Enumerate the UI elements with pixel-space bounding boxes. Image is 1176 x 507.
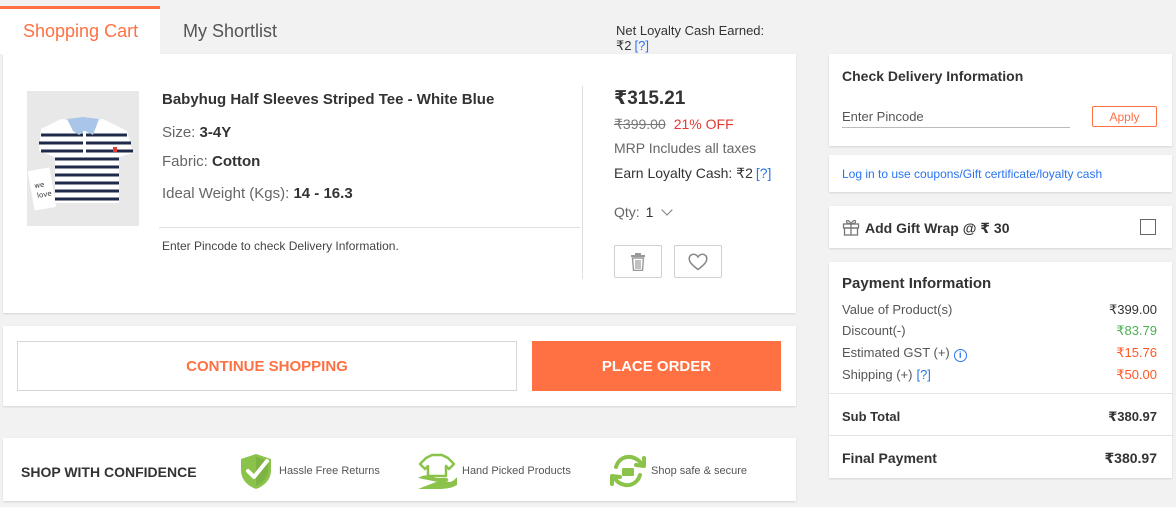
value-label: Value of Product(s): [842, 302, 953, 317]
subtotal-row: Sub Total ₹380.97: [842, 409, 1157, 425]
trash-icon: [631, 252, 645, 271]
fabric-value: Cotton: [212, 153, 261, 170]
pincode-input[interactable]: [842, 106, 1070, 128]
final-payment-label: Final Payment: [842, 450, 937, 466]
cart-actions: CONTINUE SHOPPING PLACE ORDER: [3, 326, 796, 406]
cart-tabs: Shopping Cart My Shortlist Net Loyalty C…: [0, 0, 800, 54]
mrp-row: ₹399.00 21% OFF: [614, 116, 734, 133]
product-size: Size: 3-4Y: [162, 124, 231, 141]
payment-row-gst: Estimated GST (+) i ₹15.76: [842, 345, 1157, 362]
qty-label: Qty:: [614, 204, 640, 220]
gst-label: Estimated GST (+): [842, 345, 950, 360]
mrp-value: ₹399.00: [614, 116, 666, 132]
size-value: 3-4Y: [199, 124, 232, 141]
place-order-button[interactable]: PLACE ORDER: [532, 341, 781, 391]
gift-wrap-card: Add Gift Wrap @ ₹ 30: [829, 206, 1172, 248]
weight-value: 14 - 16.3: [293, 185, 353, 202]
product-fabric: Fabric: Cotton: [162, 153, 260, 170]
discount-amount: ₹83.79: [1116, 323, 1157, 338]
apply-pincode-button[interactable]: Apply: [1092, 106, 1157, 127]
discount-badge: 21% OFF: [673, 116, 734, 132]
confidence-item-handpicked: Hand Picked Products: [416, 452, 571, 490]
item-divider: [159, 227, 580, 228]
product-ideal-weight: Ideal Weight (Kgs): 14 - 16.3: [162, 185, 353, 202]
earn-loyalty-label: Earn Loyalty Cash: ₹2: [614, 165, 753, 181]
chevron-down-icon: [661, 204, 674, 216]
move-to-shortlist-button[interactable]: [674, 245, 722, 278]
continue-shopping-button[interactable]: CONTINUE SHOPPING: [17, 341, 517, 391]
cart-item-card: we love Babyhug Half Sleeves Striped Tee…: [3, 54, 796, 313]
payment-row-discount: Discount(-) ₹83.79: [842, 323, 1157, 339]
size-label: Size:: [162, 124, 196, 141]
pincode-note: Enter Pincode to check Delivery Informat…: [162, 239, 399, 253]
payment-row-value: Value of Product(s) ₹399.00: [842, 302, 1157, 318]
value-amount: ₹399.00: [1108, 302, 1157, 317]
confidence-handpicked-label: Hand Picked Products: [462, 465, 571, 477]
gst-amount: ₹15.76: [1116, 345, 1157, 360]
secure-refresh-icon: [610, 454, 646, 488]
gift-wrap-label: Add Gift Wrap @ ₹ 30: [865, 220, 1010, 236]
product-name[interactable]: Babyhug Half Sleeves Striped Tee - White…: [162, 91, 494, 108]
payment-divider: [829, 393, 1172, 394]
gift-wrap-checkbox[interactable]: [1140, 219, 1156, 235]
confidence-secure-label: Shop safe & secure: [651, 465, 748, 477]
shield-check-icon: [241, 454, 271, 489]
confidence-returns-label: Hassle Free Returns: [279, 465, 380, 477]
final-payment-value: ₹380.97: [1104, 450, 1157, 466]
shipping-label: Shipping (+): [842, 367, 913, 382]
tab-my-shortlist[interactable]: My Shortlist: [183, 21, 277, 42]
delivery-check-card: Check Delivery Information Apply: [829, 54, 1172, 146]
earn-loyalty-cash: Earn Loyalty Cash: ₹2 [?]: [614, 165, 771, 182]
confidence-title: SHOP WITH CONFIDENCE: [21, 464, 197, 480]
delete-item-button[interactable]: [614, 245, 662, 278]
shipping-help-link[interactable]: [?]: [916, 367, 930, 382]
hand-picked-shirt-icon: [418, 453, 457, 489]
payment-divider: [829, 435, 1172, 436]
subtotal-value: ₹380.97: [1108, 409, 1157, 424]
weight-label: Ideal Weight (Kgs):: [162, 185, 290, 202]
product-image[interactable]: we love: [27, 91, 139, 226]
confidence-item-secure: Shop safe & secure: [609, 452, 747, 490]
login-coupons-card: Log in to use coupons/Gift certificate/l…: [829, 155, 1172, 192]
shop-with-confidence: SHOP WITH CONFIDENCE Hassle Free Returns…: [3, 438, 796, 501]
tab-shopping-cart[interactable]: Shopping Cart: [0, 6, 160, 54]
heart-icon: [688, 252, 708, 270]
confidence-item-returns: Hassle Free Returns: [237, 452, 380, 490]
subtotal-label: Sub Total: [842, 409, 901, 424]
earn-loyalty-help-link[interactable]: [?]: [756, 165, 772, 181]
gift-icon: [842, 219, 860, 236]
discount-label: Discount(-): [842, 323, 906, 338]
payment-row-shipping: Shipping (+) [?] ₹50.00: [842, 367, 1157, 383]
qty-value: 1: [645, 204, 654, 220]
quantity-selector[interactable]: Qty: 1: [614, 204, 674, 220]
loyalty-help-link[interactable]: [?]: [635, 38, 649, 53]
price-divider: [582, 86, 583, 279]
fabric-label: Fabric:: [162, 153, 208, 170]
payment-title: Payment Information: [842, 275, 992, 292]
info-icon[interactable]: i: [953, 348, 967, 362]
product-price: ₹315.21: [614, 88, 686, 109]
payment-information-card: Payment Information Value of Product(s) …: [829, 262, 1172, 478]
delivery-title: Check Delivery Information: [842, 68, 1024, 84]
shipping-amount: ₹50.00: [1116, 367, 1157, 382]
mrp-note: MRP Includes all taxes: [614, 140, 757, 156]
tab-shopping-cart-label: Shopping Cart: [23, 21, 139, 41]
final-payment-row: Final Payment ₹380.97: [842, 450, 1157, 467]
login-coupons-link[interactable]: Log in to use coupons/Gift certificate/l…: [842, 167, 1102, 181]
net-loyalty-cash-earned: Net Loyalty Cash Earned: ₹2 [?]: [616, 23, 800, 54]
